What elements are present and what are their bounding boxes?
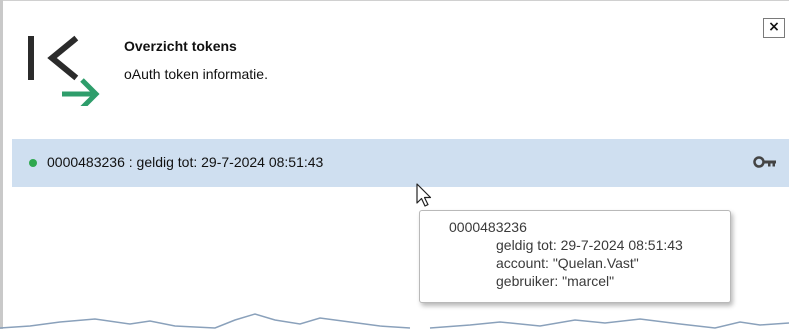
tooltip-account: account: "Quelan.Vast" [496, 255, 639, 271]
app-logo-icon [28, 35, 100, 106]
token-overview-dialog: × Overzicht tokens oAuth token informati… [0, 0, 789, 329]
dialog-title: Overzicht tokens [124, 38, 237, 54]
key-icon[interactable] [753, 155, 777, 169]
tooltip-user: gebruiker: "marcel" [496, 273, 615, 289]
token-label: 0000483236 : geldig tot: 29-7-2024 08:51… [47, 154, 324, 170]
token-tooltip: 0000483236 geldig tot: 29-7-2024 08:51:4… [419, 210, 731, 303]
window-top-edge [0, 0, 789, 1]
background-wave-decoration [0, 313, 789, 329]
token-list-item[interactable]: 0000483236 : geldig tot: 29-7-2024 08:51… [12, 139, 789, 187]
mouse-cursor-icon [416, 183, 432, 207]
window-left-edge [0, 0, 3, 329]
tooltip-valid-until: geldig tot: 29-7-2024 08:51:43 [496, 237, 683, 253]
tooltip-token-id: 0000483236 [449, 219, 527, 235]
dialog-subtitle: oAuth token informatie. [124, 66, 268, 82]
close-button[interactable]: × [763, 18, 785, 38]
status-dot-icon [29, 159, 37, 167]
